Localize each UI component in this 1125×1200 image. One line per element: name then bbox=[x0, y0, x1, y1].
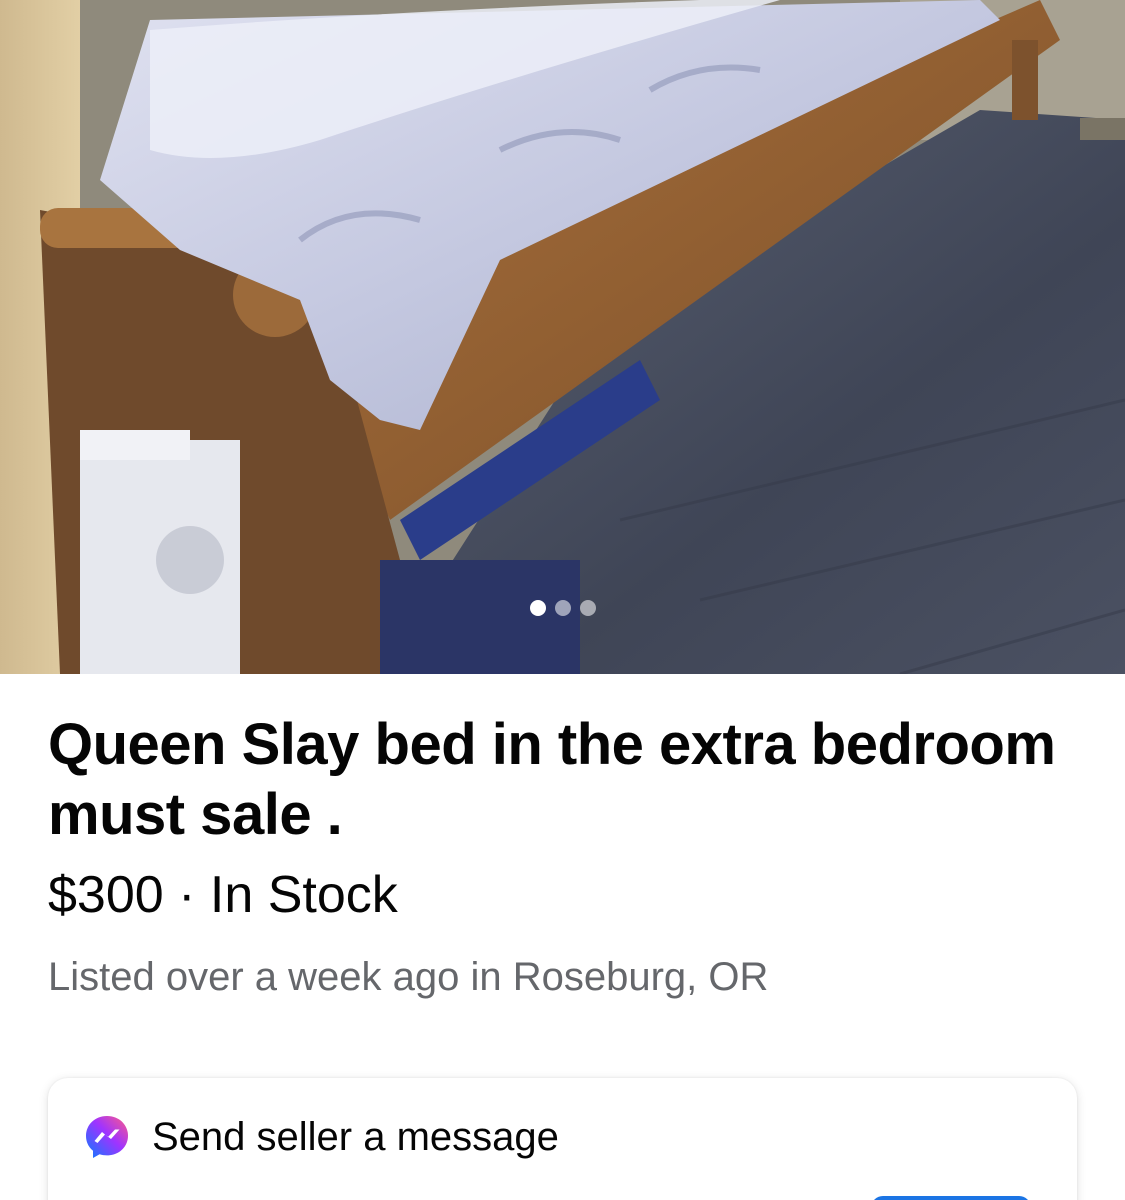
listing-photo[interactable] bbox=[0, 0, 1125, 674]
pager-dot bbox=[579, 600, 596, 616]
send-message-card: Send seller a message bbox=[48, 1078, 1077, 1200]
send-message-header: Send seller a message bbox=[82, 1112, 559, 1162]
pager-dot-active bbox=[529, 600, 546, 616]
messenger-icon bbox=[86, 1116, 128, 1158]
listing-info: Queen Slay bed in the extra bedroom must… bbox=[48, 710, 1088, 1002]
photo-pager-dots bbox=[0, 600, 1125, 616]
pager-dot bbox=[554, 600, 571, 616]
send-message-label: Send seller a message bbox=[152, 1115, 559, 1159]
listing-price: $300 bbox=[48, 866, 164, 924]
price-line: $300 · In Stock bbox=[48, 864, 1088, 926]
send-button-partial[interactable] bbox=[871, 1196, 1031, 1200]
listed-info[interactable]: Listed over a week ago in Roseburg, OR bbox=[48, 952, 1088, 1002]
bed-photo-illustration bbox=[0, 0, 1125, 674]
price-separator: · bbox=[178, 866, 196, 924]
marketplace-listing-page: Queen Slay bed in the extra bedroom must… bbox=[0, 0, 1125, 1200]
stock-status: In Stock bbox=[209, 866, 398, 924]
listing-title: Queen Slay bed in the extra bedroom must… bbox=[48, 712, 1056, 847]
